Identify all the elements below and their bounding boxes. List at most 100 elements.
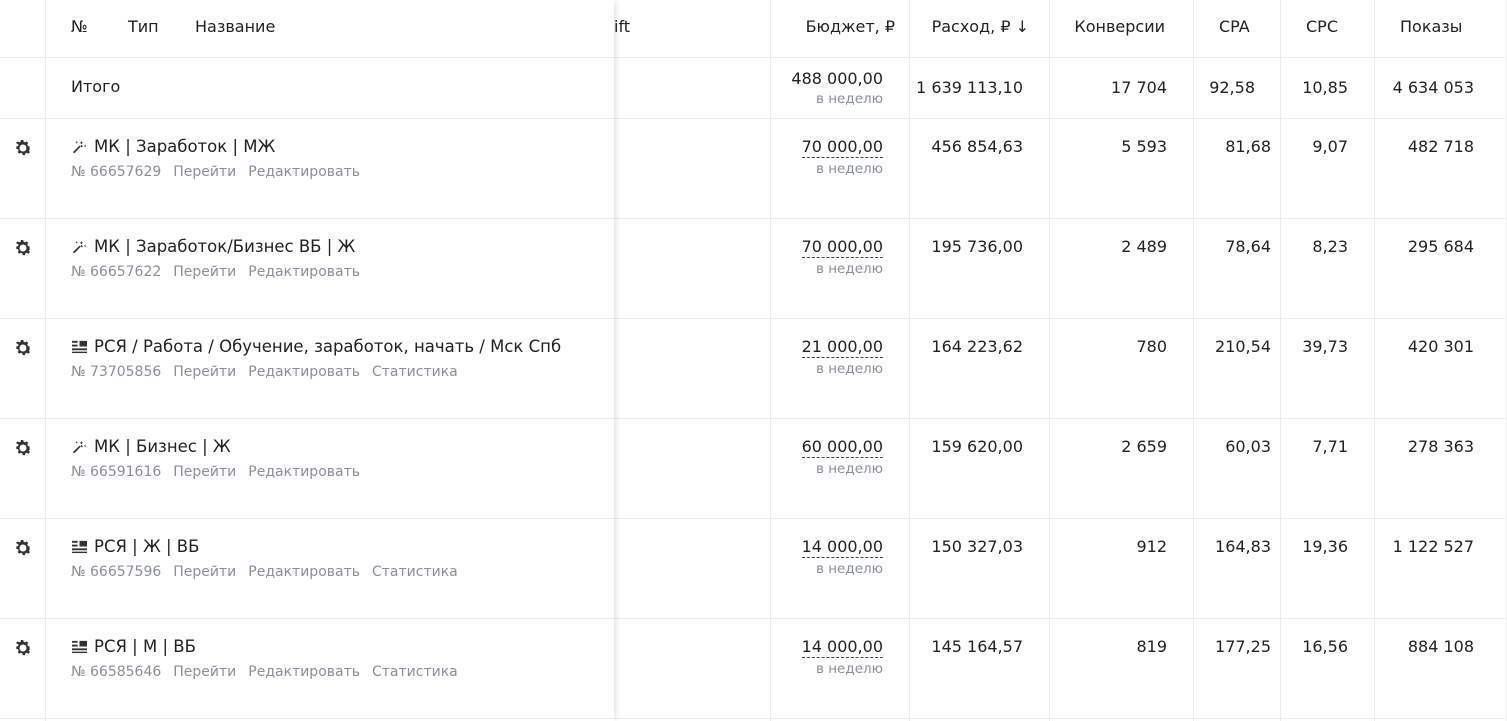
row-budget[interactable]: 70 000,00	[801, 237, 883, 258]
row-divider	[0, 218, 614, 219]
row-conversions: 819	[1136, 637, 1167, 656]
header-conversions[interactable]: Конверсии	[1074, 17, 1165, 36]
row-cpa: 60,03	[1225, 437, 1271, 456]
row-budget[interactable]: 21 000,00	[801, 337, 883, 358]
total-label: Итого	[71, 77, 121, 96]
col-divider	[1049, 0, 1050, 721]
row-cpc: 9,07	[1312, 137, 1348, 156]
row-budget[interactable]: 70 000,00	[801, 137, 883, 158]
header-budget[interactable]: Бюджет, ₽	[806, 17, 895, 36]
campaign-meta: № 66657629 Перейти Редактировать	[71, 164, 372, 180]
total-conversions: 17 704	[1111, 78, 1167, 97]
hidden-column-header[interactable]: ift	[614, 17, 630, 36]
row-divider	[0, 57, 614, 58]
header-type[interactable]: Тип	[128, 17, 159, 36]
row-spend: 195 736,00	[931, 237, 1023, 256]
go-link[interactable]: Перейти	[173, 164, 236, 180]
edit-link[interactable]: Редактировать	[248, 564, 360, 580]
go-link[interactable]: Перейти	[173, 364, 236, 380]
go-link[interactable]: Перейти	[173, 464, 236, 480]
stats-link[interactable]: Статистика	[372, 364, 458, 380]
row-budget[interactable]: 14 000,00	[801, 637, 883, 658]
budget-value[interactable]: 14 000,00	[801, 537, 883, 558]
row-settings-gear-icon[interactable]	[12, 137, 34, 159]
header-spend[interactable]: Расход, ₽ ↓	[932, 17, 1029, 36]
row-settings-gear-icon[interactable]	[12, 337, 34, 359]
budget-value[interactable]: 60 000,00	[801, 437, 883, 458]
campaign-name[interactable]: РСЯ | М | ВБ	[94, 637, 196, 656]
budget-value[interactable]: 21 000,00	[801, 337, 883, 358]
row-cpa: 81,68	[1225, 137, 1271, 156]
go-link[interactable]: Перейти	[173, 264, 236, 280]
header-name[interactable]: Название	[195, 17, 275, 36]
row-conversions: 2 659	[1121, 437, 1167, 456]
row-impressions: 278 363	[1407, 437, 1474, 456]
row-spend: 164 223,62	[931, 337, 1023, 356]
row-settings-gear-icon[interactable]	[12, 237, 34, 259]
row-budget[interactable]: 60 000,00	[801, 437, 883, 458]
network-campaign-icon	[71, 339, 88, 354]
campaign-name[interactable]: МК | Бизнес | Ж	[94, 437, 231, 456]
edit-link[interactable]: Редактировать	[248, 464, 360, 480]
col-divider	[1280, 0, 1281, 721]
stats-link[interactable]: Статистика	[372, 564, 458, 580]
frozen-columns: № Тип Название Итого МК | Заработок | МЖ…	[0, 0, 614, 721]
total-cpa: 92,58	[1209, 78, 1255, 97]
total-budget: 488 000,00	[791, 69, 883, 88]
campaign-id: № 66657622	[71, 264, 162, 280]
row-divider	[0, 718, 614, 719]
edit-link[interactable]: Редактировать	[248, 664, 360, 680]
edit-link[interactable]: Редактировать	[248, 364, 360, 380]
row-conversions: 5 593	[1121, 137, 1167, 156]
campaign-name[interactable]: РСЯ | Ж | ВБ	[94, 537, 199, 556]
campaign-name[interactable]: МК | Заработок/Бизнес ВБ | Ж	[94, 237, 355, 256]
header-cpa[interactable]: CPA	[1219, 17, 1250, 36]
stats-link[interactable]: Статистика	[372, 664, 458, 680]
campaign-title: РСЯ | М | ВБ	[71, 637, 196, 656]
row-spend: 150 327,03	[931, 537, 1023, 556]
go-link[interactable]: Перейти	[173, 564, 236, 580]
row-impressions: 295 684	[1407, 237, 1474, 256]
row-settings-gear-icon[interactable]	[12, 637, 34, 659]
row-settings-gear-icon[interactable]	[12, 437, 34, 459]
row-conversions: 780	[1136, 337, 1167, 356]
total-budget-period: в неделю	[815, 91, 883, 107]
budget-period: в неделю	[815, 161, 883, 177]
budget-value[interactable]: 70 000,00	[801, 237, 883, 258]
edit-link[interactable]: Редактировать	[248, 164, 360, 180]
campaign-name[interactable]: МК | Заработок | МЖ	[94, 137, 275, 156]
budget-value[interactable]: 70 000,00	[801, 137, 883, 158]
go-link[interactable]: Перейти	[173, 664, 236, 680]
row-budget[interactable]: 14 000,00	[801, 537, 883, 558]
row-cpc: 8,23	[1312, 237, 1348, 256]
row-divider	[0, 318, 614, 319]
row-settings-gear-icon[interactable]	[12, 537, 34, 559]
row-divider	[0, 518, 614, 519]
header-num[interactable]: №	[71, 17, 88, 36]
campaign-meta: № 66585646 Перейти Редактировать Статистика	[71, 664, 470, 680]
campaign-meta: № 66591616 Перейти Редактировать	[71, 464, 372, 480]
row-cpa: 78,64	[1225, 237, 1271, 256]
row-divider	[0, 118, 614, 119]
total-spend: 1 639 113,10	[916, 78, 1023, 97]
row-spend: 159 620,00	[931, 437, 1023, 456]
row-cpc: 39,73	[1302, 337, 1348, 356]
budget-period: в неделю	[815, 561, 883, 577]
campaign-meta: № 66657622 Перейти Редактировать	[71, 264, 372, 280]
master-campaign-icon	[71, 139, 88, 154]
network-campaign-icon	[71, 639, 88, 654]
col-divider	[45, 0, 46, 721]
edit-link[interactable]: Редактировать	[248, 264, 360, 280]
row-impressions: 884 108	[1407, 637, 1474, 656]
campaign-title: МК | Заработок/Бизнес ВБ | Ж	[71, 237, 355, 256]
campaign-name[interactable]: РСЯ / Работа / Обучение, заработок, нача…	[94, 337, 561, 356]
budget-value[interactable]: 14 000,00	[801, 637, 883, 658]
network-campaign-icon	[71, 539, 88, 554]
budget-period: в неделю	[815, 261, 883, 277]
header-impressions[interactable]: Показы	[1400, 17, 1462, 36]
campaign-id: № 66657596	[71, 564, 162, 580]
campaign-id: № 66585646	[71, 664, 162, 680]
col-divider	[909, 0, 910, 721]
col-divider	[1374, 0, 1375, 721]
header-cpc[interactable]: CPC	[1306, 17, 1338, 36]
